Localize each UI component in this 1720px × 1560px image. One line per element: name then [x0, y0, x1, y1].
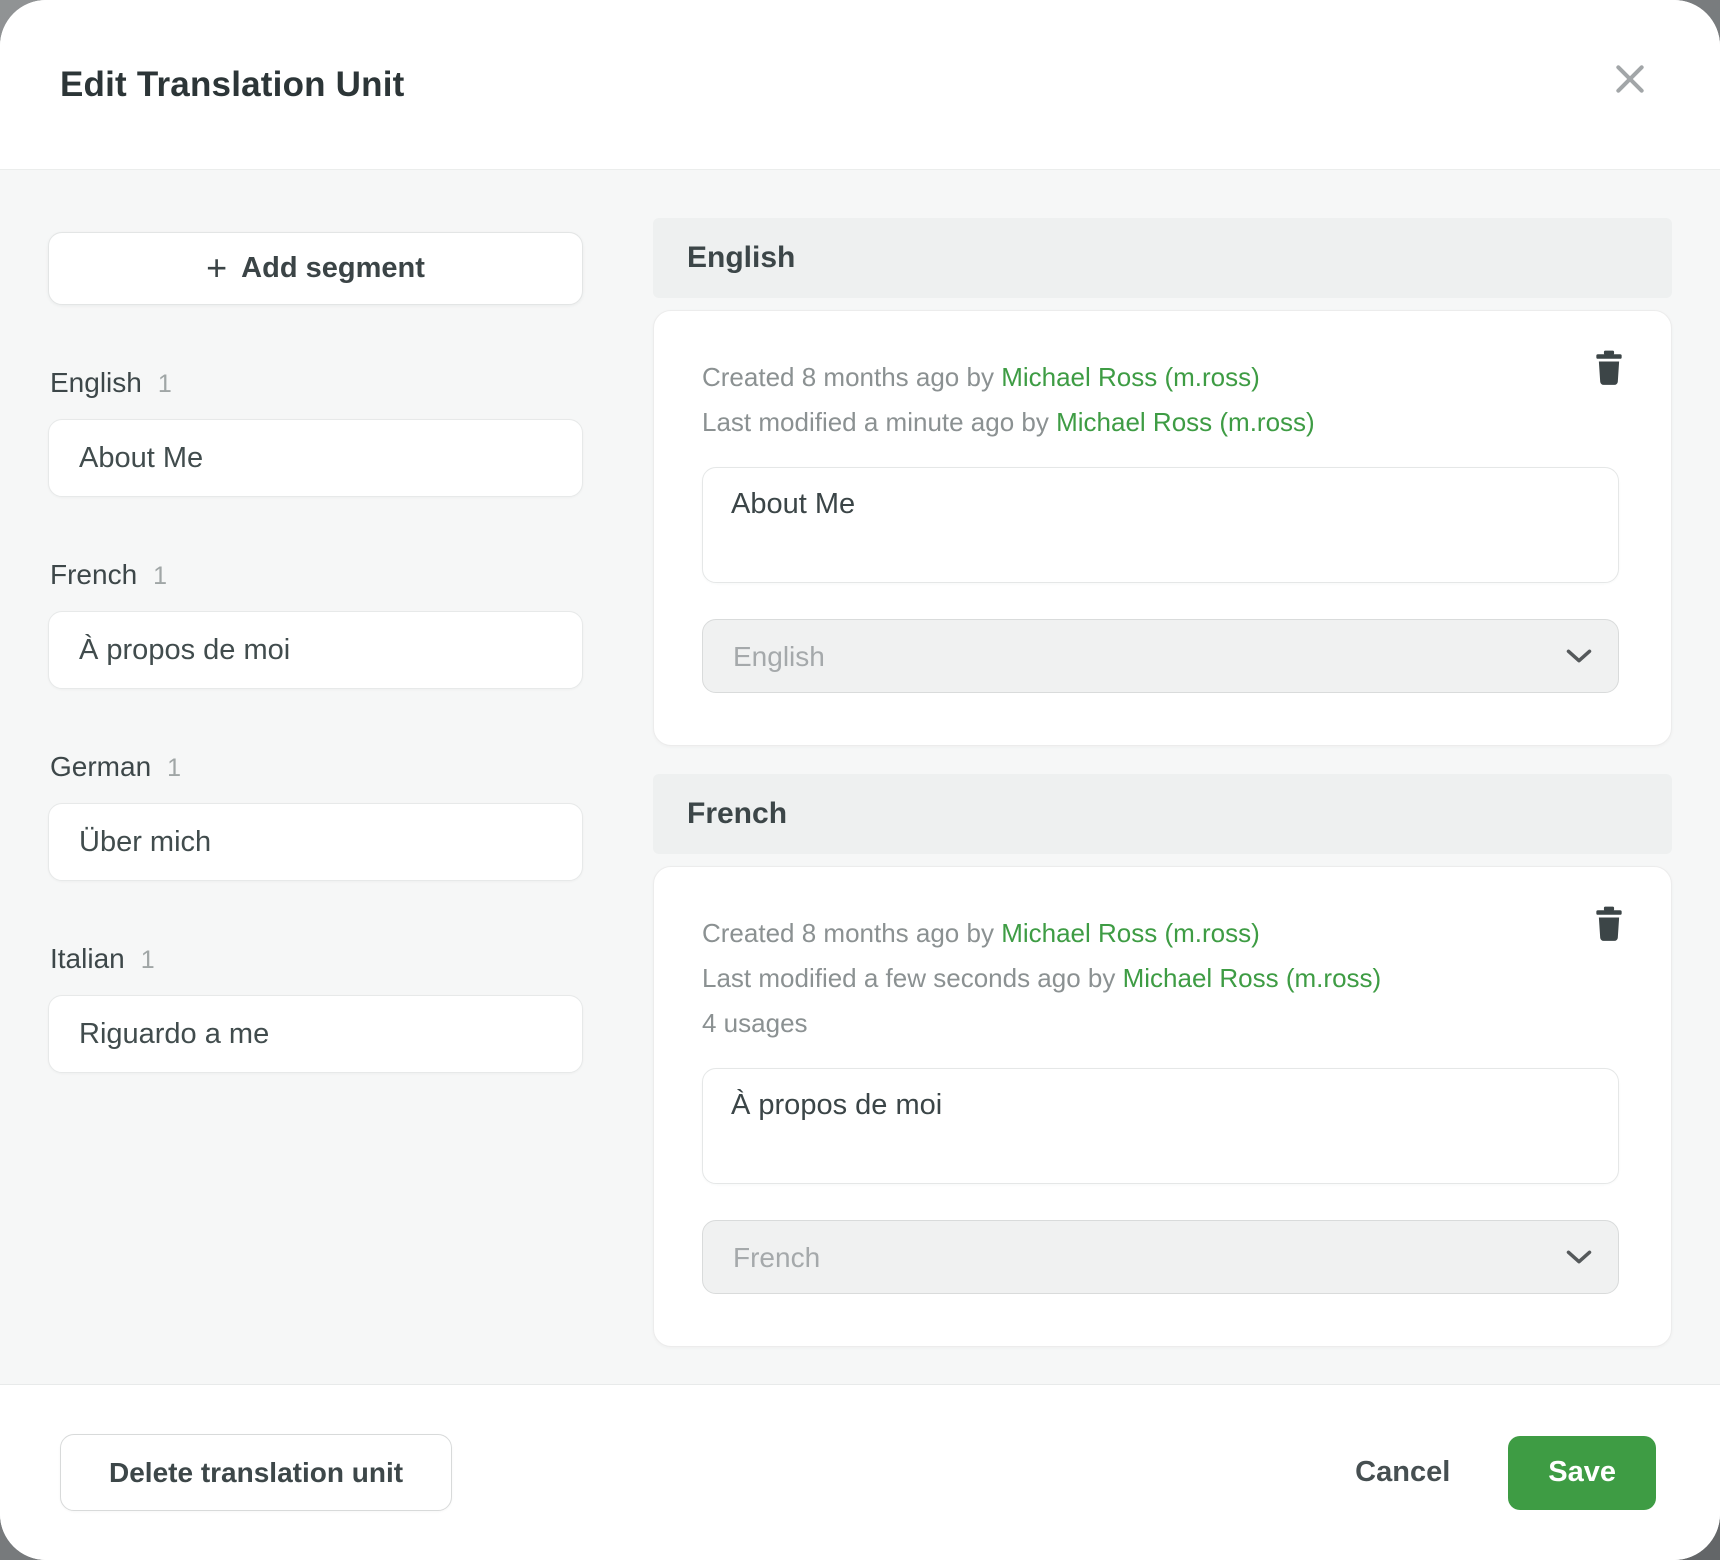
page-title: Edit Translation Unit [60, 65, 405, 105]
language-select-wrap: French [702, 1220, 1619, 1294]
created-user-link[interactable]: Michael Ross (m.ross) [1001, 918, 1260, 948]
trash-icon [1593, 906, 1625, 945]
segment-item-french[interactable]: À propos de moi [48, 611, 583, 689]
panel-card-french: Created 8 months ago by Michael Ross (m.… [653, 866, 1672, 1347]
language-name: English [50, 367, 142, 399]
language-select-wrap: English [702, 619, 1619, 693]
modal-footer: Delete translation unit Cancel Save [0, 1384, 1720, 1560]
language-name: Italian [50, 943, 125, 975]
delete-segment-button[interactable] [1587, 903, 1631, 947]
close-button[interactable] [1602, 53, 1658, 109]
segment-label-english: English 1 [50, 367, 583, 399]
modal-header: Edit Translation Unit [0, 0, 1720, 170]
plus-icon: + [206, 250, 227, 286]
modified-meta: Last modified a few seconds ago by Micha… [702, 956, 1627, 1001]
panel-card-english: Created 8 months ago by Michael Ross (m.… [653, 310, 1672, 746]
trash-icon [1593, 350, 1625, 389]
segments-sidebar: + Add segment English 1 About Me French … [48, 170, 583, 1384]
usages-count: 4 usages [702, 1001, 1627, 1046]
segment-count: 1 [153, 562, 167, 591]
add-segment-button[interactable]: + Add segment [48, 232, 583, 305]
delete-translation-unit-button[interactable]: Delete translation unit [60, 1434, 452, 1511]
modal-body: + Add segment English 1 About Me French … [0, 170, 1720, 1384]
panel-header-english: English [653, 218, 1672, 298]
segment-panels: English Created 8 months ago by Michael … [653, 170, 1672, 1384]
created-text: Created 8 months ago by [702, 918, 1001, 948]
segment-label-french: French 1 [50, 559, 583, 591]
language-select-english[interactable]: English [702, 619, 1619, 693]
close-icon [1610, 59, 1650, 102]
add-segment-label: Add segment [241, 252, 425, 285]
created-meta: Created 8 months ago by Michael Ross (m.… [702, 911, 1627, 956]
segment-label-german: German 1 [50, 751, 583, 783]
language-name: German [50, 751, 151, 783]
modified-user-link[interactable]: Michael Ross (m.ross) [1123, 963, 1382, 993]
panel-header-french: French [653, 774, 1672, 854]
segment-item-italian[interactable]: Riguardo a me [48, 995, 583, 1073]
segment-item-english[interactable]: About Me [48, 419, 583, 497]
segment-count: 1 [167, 754, 181, 783]
language-name: French [50, 559, 137, 591]
created-text: Created 8 months ago by [702, 362, 1001, 392]
language-select-french[interactable]: French [702, 1220, 1619, 1294]
save-button[interactable]: Save [1508, 1436, 1656, 1510]
modified-text: Last modified a minute ago by [702, 407, 1056, 437]
segment-text-input-french[interactable]: À propos de moi [702, 1068, 1619, 1184]
segment-label-italian: Italian 1 [50, 943, 583, 975]
edit-translation-unit-modal: Edit Translation Unit + Add segment Engl… [0, 0, 1720, 1560]
created-meta: Created 8 months ago by Michael Ross (m.… [702, 355, 1627, 400]
segment-text-input-english[interactable]: About Me [702, 467, 1619, 583]
segment-count: 1 [141, 946, 155, 975]
modified-meta: Last modified a minute ago by Michael Ro… [702, 400, 1627, 445]
segment-item-german[interactable]: Über mich [48, 803, 583, 881]
segment-count: 1 [158, 370, 172, 399]
modified-text: Last modified a few seconds ago by [702, 963, 1123, 993]
modified-user-link[interactable]: Michael Ross (m.ross) [1056, 407, 1315, 437]
created-user-link[interactable]: Michael Ross (m.ross) [1001, 362, 1260, 392]
cancel-button[interactable]: Cancel [1355, 1456, 1450, 1489]
delete-segment-button[interactable] [1587, 347, 1631, 391]
